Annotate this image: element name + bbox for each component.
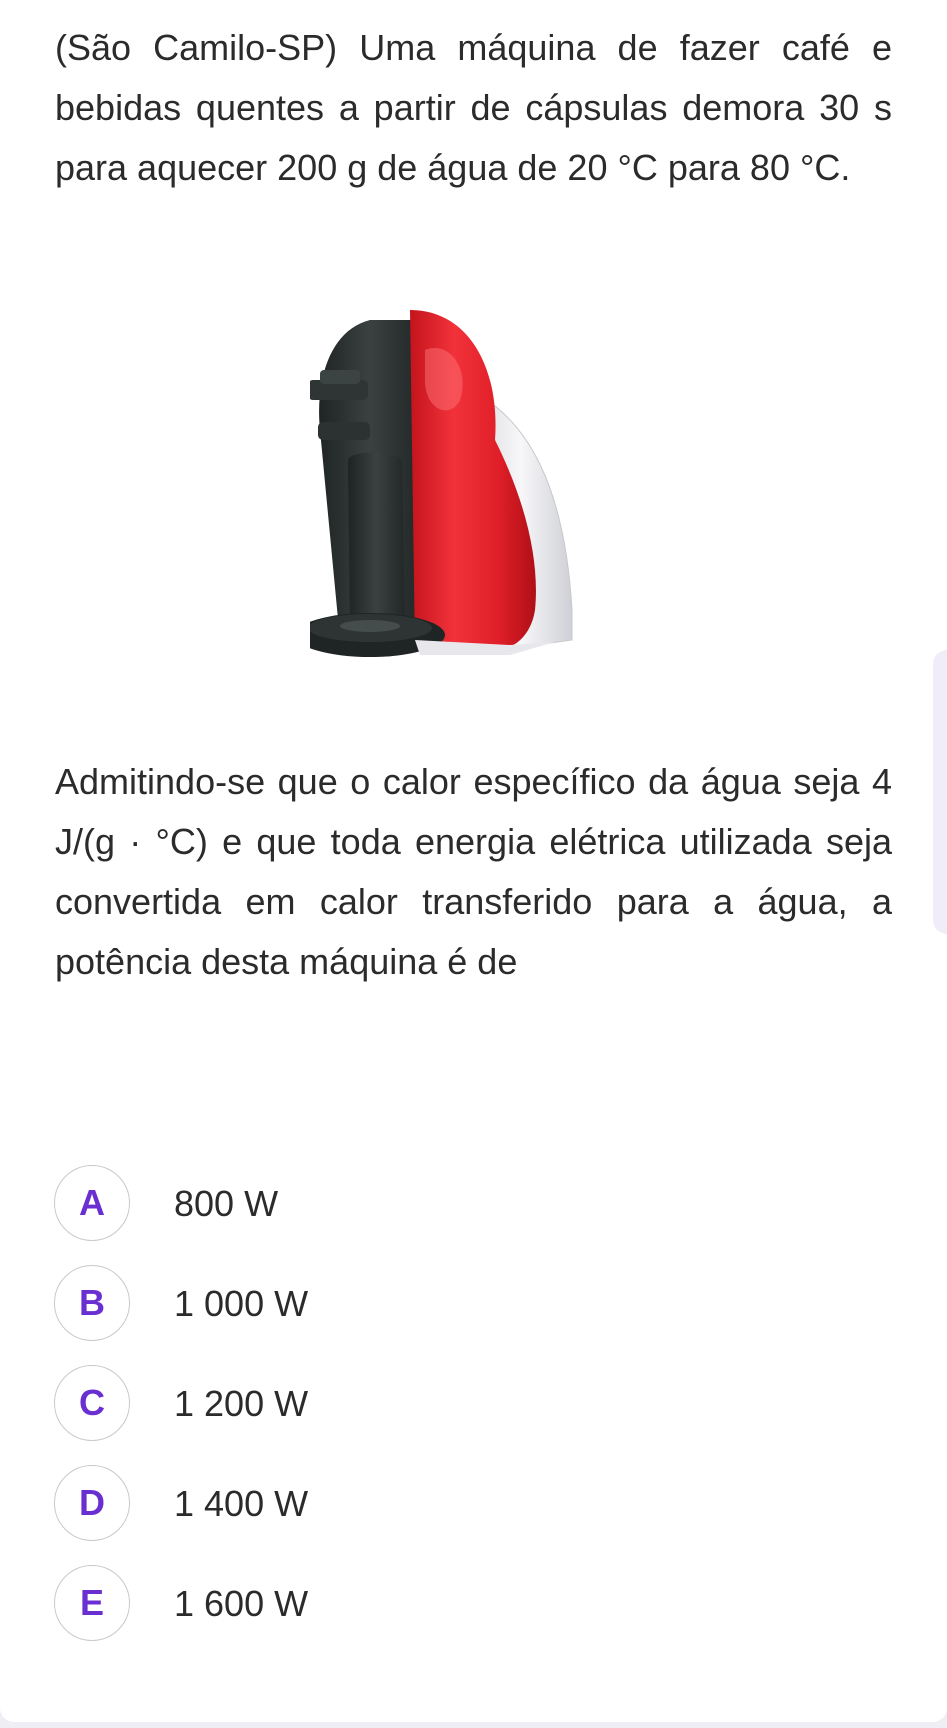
side-drawer-handle[interactable] — [933, 650, 947, 934]
option-a[interactable]: A 800 W — [54, 1165, 554, 1243]
option-c-text: 1 200 W — [174, 1383, 309, 1424]
option-b-letter: B — [54, 1265, 130, 1341]
option-b-text: 1 000 W — [174, 1283, 309, 1324]
coffee-machine-illustration — [295, 310, 573, 657]
option-d-letter: D — [54, 1465, 130, 1541]
question-body: Admitindo-se que o calor específico da á… — [55, 761, 892, 982]
option-e[interactable]: E 1 600 W — [54, 1565, 554, 1643]
option-d[interactable]: D 1 400 W — [54, 1465, 554, 1543]
option-c[interactable]: C 1 200 W — [54, 1365, 554, 1443]
question-card: (São Camilo-SP) Uma máquina de fazer caf… — [0, 0, 947, 1722]
option-b[interactable]: B 1 000 W — [54, 1265, 554, 1343]
option-e-letter: E — [54, 1565, 130, 1641]
option-a-text: 800 W — [174, 1183, 279, 1224]
coffee-machine-image — [295, 310, 640, 720]
option-d-text: 1 400 W — [174, 1483, 309, 1524]
option-a-letter: A — [54, 1165, 130, 1241]
option-c-letter: C — [54, 1365, 130, 1441]
question-intro: (São Camilo-SP) Uma máquina de fazer caf… — [55, 27, 892, 188]
option-e-text: 1 600 W — [174, 1583, 309, 1624]
